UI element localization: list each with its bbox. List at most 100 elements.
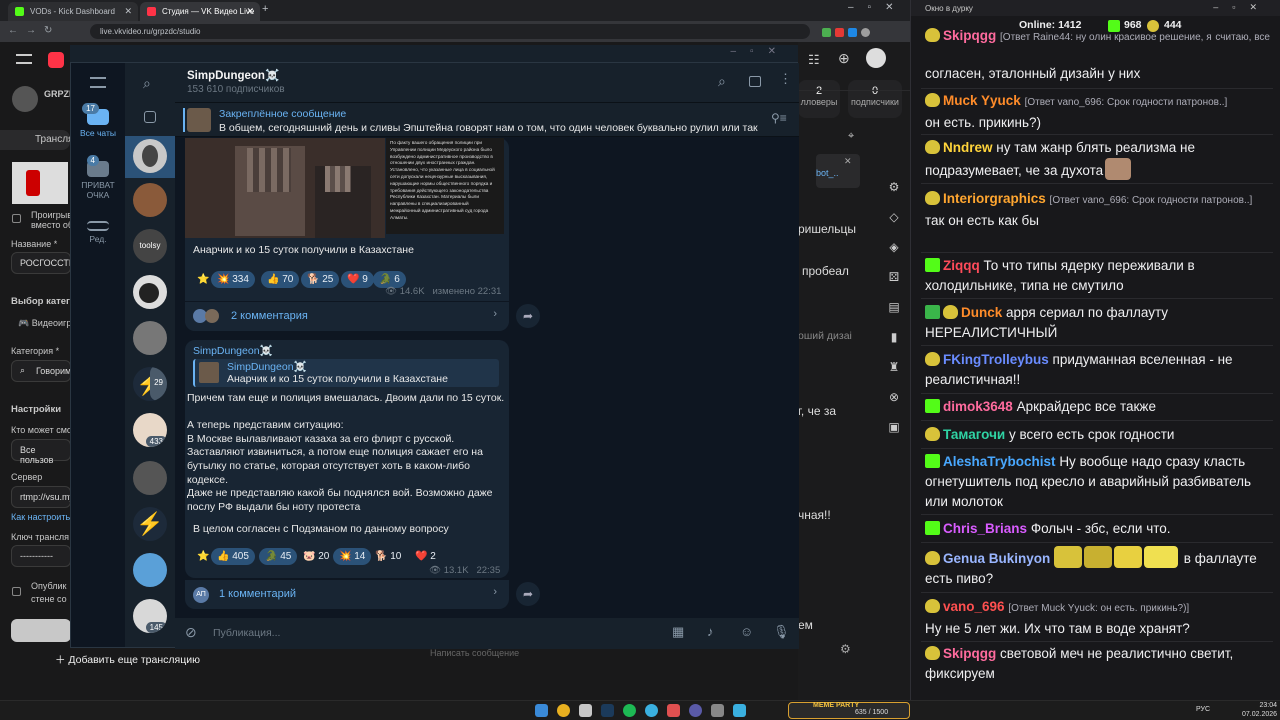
microphone-icon[interactable]: 🎙 <box>773 624 790 640</box>
nav-buttons[interactable]: ←→↻ <box>8 25 60 36</box>
window-controls[interactable]: –▫✕ <box>848 2 908 13</box>
spotify-icon[interactable] <box>623 704 636 717</box>
chat-avatar[interactable] <box>133 139 167 173</box>
studio-toolbar[interactable]: ⚙ ◇ ◈ ⚄ ▤ ▮ ♜ ⊗ ▣ <box>884 172 904 442</box>
avatar[interactable] <box>866 48 886 68</box>
close-icon[interactable]: ✕ <box>124 6 132 17</box>
tab-translate[interactable]: Трансля <box>0 130 73 150</box>
setup-link[interactable]: Как настроить <box>11 512 70 522</box>
bell-icon[interactable]: ♪ <box>707 624 714 639</box>
stream-key-field[interactable]: ----------- <box>11 545 71 567</box>
clock[interactable]: 23:04 07.02.2026 <box>1242 701 1277 719</box>
check-badge-icon <box>925 305 940 319</box>
emote-icon <box>1084 546 1113 568</box>
pin-icon[interactable]: ⌖ <box>848 130 854 143</box>
channel-title[interactable]: SimpDungeon☠️ <box>187 68 279 82</box>
close-icon[interactable]: ✕ <box>246 6 254 17</box>
new-tab-icon[interactable]: + <box>262 3 268 15</box>
message-input[interactable]: Написать сообщение <box>430 648 730 658</box>
search-icon[interactable]: ⌕ <box>718 73 726 90</box>
folder-all-chats[interactable]: 17 Все чаты <box>71 103 125 138</box>
followers-stat: 2 лловеры <box>798 80 840 118</box>
reaction-emoji[interactable]: 🐕 25 <box>301 271 340 288</box>
chat-avatar[interactable] <box>133 183 167 217</box>
app-icon[interactable] <box>711 704 724 717</box>
menu-icon[interactable] <box>90 77 106 88</box>
app-icon[interactable] <box>579 704 592 717</box>
add-icon[interactable]: ⊕ <box>838 50 850 67</box>
chat-message: Nndrew ну там жанр блять реализма не под… <box>925 140 1195 180</box>
url-field[interactable]: live.vkvideo.ru/grpzdc/studio <box>90 24 810 39</box>
reply-preview[interactable]: SimpDungeon☠️ Анарчик и ко 15 суток полу… <box>193 359 499 387</box>
calendar-icon[interactable]: ▦ <box>672 624 684 640</box>
reaction-boom[interactable]: 💥 334 <box>211 271 255 288</box>
checkbox[interactable] <box>12 587 21 596</box>
save-button[interactable] <box>11 619 71 642</box>
search-icon[interactable]: ⌕ <box>143 75 151 92</box>
archive-icon[interactable] <box>144 111 156 123</box>
start-icon[interactable] <box>535 704 548 717</box>
steam-icon[interactable] <box>601 704 614 717</box>
reaction-thumbs-up[interactable]: 👍 405 <box>211 548 255 565</box>
chat-header: SimpDungeon☠️ 153 610 подписчиков ⌕ ⋮ <box>175 63 799 103</box>
folder-edit[interactable]: Ред. <box>71 221 125 244</box>
reaction-boom[interactable]: 💥 14 <box>333 548 372 565</box>
post-author[interactable]: SimpDungeon☠️ <box>193 344 273 357</box>
comments-link[interactable]: АП 1 комментарий › <box>185 579 509 609</box>
browser-tab-vk[interactable]: Студия — VK Видео Live ✕ <box>140 2 260 21</box>
chat-avatar[interactable] <box>133 321 167 355</box>
chat-avatar[interactable]: 145 <box>133 599 167 633</box>
reaction-emoji[interactable]: 🐷 20 <box>303 548 335 565</box>
reaction-thumbs-up[interactable]: 👍 70 <box>261 271 300 288</box>
post-image-document[interactable]: По факту вашего обращения полиции при Уп… <box>386 138 504 234</box>
server-field[interactable]: rtmp://vsu.my <box>11 486 74 508</box>
window-controls[interactable]: –▫✕ <box>1213 2 1271 13</box>
checkbox[interactable] <box>12 214 21 223</box>
post-image-photo[interactable] <box>185 138 385 238</box>
folder-private[interactable]: 4 ПРИВАТ ОЧКА <box>71 155 125 200</box>
pin-list-icon[interactable]: ⚲≡ <box>771 111 787 125</box>
reaction-heart[interactable]: ❤️ 2 <box>415 548 442 565</box>
category-field[interactable]: Говорим ⌕ <box>11 360 71 382</box>
reaction-emoji[interactable]: 🐊 45 <box>259 548 298 565</box>
avatar[interactable] <box>12 86 38 112</box>
chat-avatar[interactable]: ⚡ <box>133 507 167 541</box>
menu-icon[interactable] <box>16 54 32 64</box>
publish-input[interactable]: Публикация... <box>213 627 613 639</box>
chat-avatar[interactable] <box>133 275 167 309</box>
forward-icon[interactable]: ➦ <box>516 582 540 606</box>
settings-icon[interactable]: ☷ <box>808 52 820 68</box>
forward-icon[interactable]: ➦ <box>516 304 540 328</box>
who-select[interactable]: Все пользов <box>11 439 71 465</box>
app-icon[interactable] <box>733 704 746 717</box>
telegram-icon[interactable] <box>645 704 658 717</box>
browser-tab-kick[interactable]: VODs - Kick Dashboard ✕ <box>8 2 138 21</box>
vk-favicon-icon <box>147 7 156 16</box>
language-indicator[interactable]: РУС <box>1196 706 1210 713</box>
settings-icon[interactable]: ⚙ <box>840 642 851 656</box>
more-icon[interactable]: ⋮ <box>779 71 792 87</box>
app-icon[interactable] <box>667 704 680 717</box>
attach-icon[interactable]: ⊘ <box>185 624 197 641</box>
chat-avatar[interactable]: ⚡29 <box>133 367 167 401</box>
chat-avatar[interactable]: toolsy <box>133 229 167 263</box>
window-controls[interactable]: –▫✕ <box>731 46 791 57</box>
meme-party-widget[interactable]: MEME PARTY 635 / 1500 <box>788 702 910 719</box>
section-title: Выбор катего <box>11 296 76 307</box>
reaction-heart[interactable]: ❤️ 9 <box>341 271 374 288</box>
sidebar-toggle-icon[interactable] <box>749 76 761 87</box>
app-icon[interactable] <box>689 704 702 717</box>
chat-avatar[interactable]: 433 <box>133 413 167 447</box>
category-option[interactable]: 🎮 Видеоигр <box>18 318 71 329</box>
reaction-emoji[interactable]: 🐕 10 <box>375 548 407 565</box>
title-field[interactable]: РОСГОССТР <box>11 252 75 274</box>
add-stream-button[interactable]: ＋ Добавить еще трансляцию <box>55 652 200 670</box>
chat-avatar[interactable] <box>133 461 167 495</box>
chrome-icon[interactable] <box>557 704 570 717</box>
comments-link[interactable]: 2 комментария › <box>185 301 509 331</box>
chat-avatar[interactable] <box>133 553 167 587</box>
extension-icons[interactable] <box>822 26 902 37</box>
emoji-icon[interactable]: ☺ <box>740 624 753 639</box>
close-icon[interactable]: ✕ <box>844 156 852 167</box>
pinned-message-bar[interactable]: Закреплённое сообщение В общем, сегодняш… <box>175 103 799 137</box>
